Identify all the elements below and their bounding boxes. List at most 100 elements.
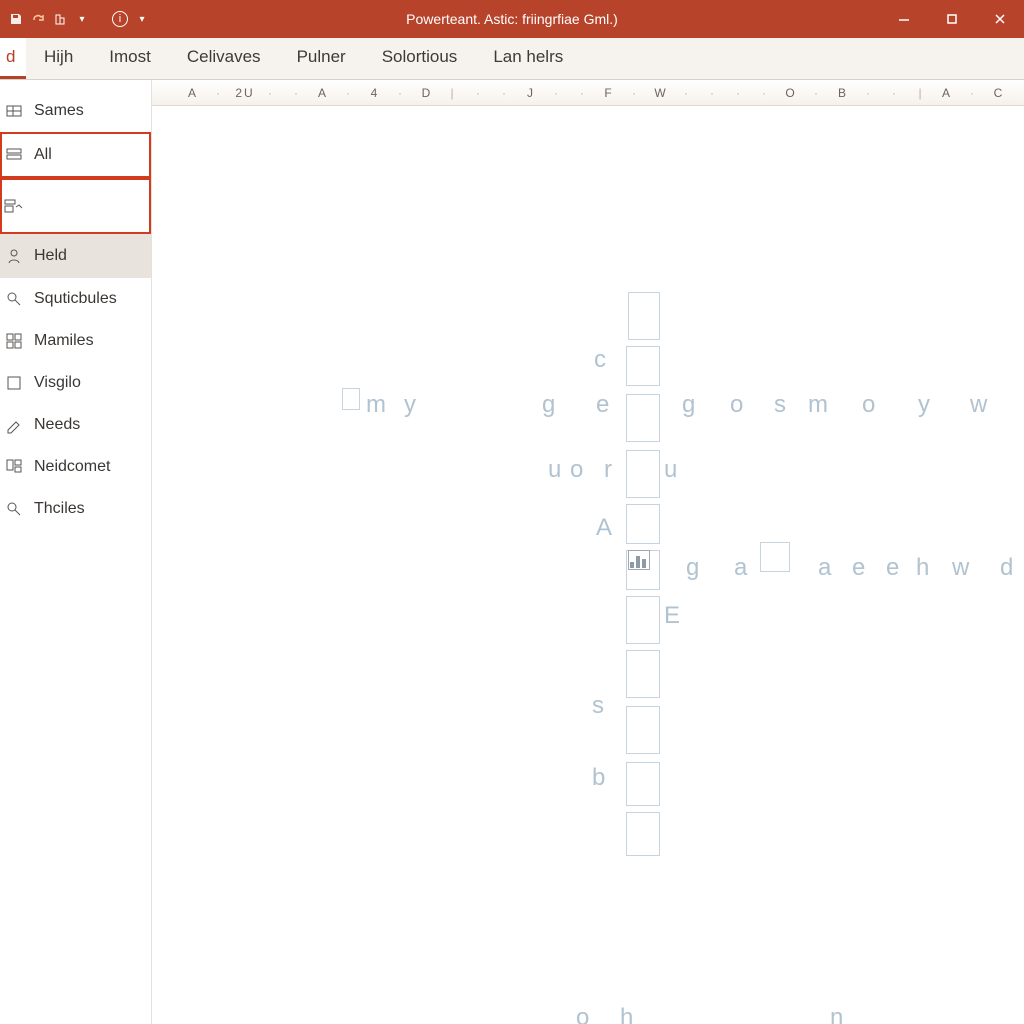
sidebar-item-mamiles[interactable]: Mamiles	[0, 320, 151, 362]
sidebar-item-squticbules[interactable]: Squticbules	[0, 278, 151, 320]
floating-letter[interactable]: y	[404, 391, 416, 419]
ruler-mark: ·	[258, 86, 284, 100]
sidebar-item-thciles[interactable]: Thciles	[0, 488, 151, 530]
sidebar-item-sames[interactable]: Sames	[0, 90, 151, 132]
ruler-mark: ·	[284, 86, 310, 100]
floating-letter[interactable]: o	[862, 391, 875, 419]
redo-icon[interactable]	[30, 11, 46, 27]
ruler-mark: ·	[700, 86, 726, 100]
floating-letter[interactable]: g	[682, 391, 695, 419]
building-icon[interactable]	[52, 11, 68, 27]
ruler-mark: ·	[544, 86, 570, 100]
sidebar-item-layout[interactable]	[0, 178, 151, 234]
floating-letter[interactable]: c	[594, 346, 606, 374]
quick-access-toolbar: i	[0, 11, 150, 27]
chevron-down-icon[interactable]	[74, 11, 90, 27]
ruler-mark: ·	[804, 86, 830, 100]
floating-letter[interactable]: m	[366, 391, 386, 419]
placeholder-box[interactable]	[626, 504, 660, 544]
floating-letter[interactable]: w	[970, 391, 987, 419]
floating-letter[interactable]: o	[730, 391, 743, 419]
placeholder-box[interactable]	[626, 812, 660, 856]
canvas[interactable]: cmygegosmoywuoruAgaaeehwdhEsbohne	[152, 106, 1024, 1024]
floating-letter[interactable]: o	[576, 1004, 589, 1024]
placeholder-box[interactable]	[626, 450, 660, 498]
floating-letter[interactable]: A	[596, 514, 612, 542]
sidebar-item-held[interactable]: Held	[0, 234, 151, 278]
floating-letter[interactable]: o	[570, 456, 583, 484]
floating-letter[interactable]: b	[592, 764, 605, 792]
floating-letter[interactable]: w	[952, 554, 969, 582]
chart-icon[interactable]	[628, 550, 650, 570]
floating-letter[interactable]: e	[596, 391, 609, 419]
dashboard-icon	[4, 457, 24, 477]
ruler-mark: D	[414, 86, 440, 100]
save-icon[interactable]	[8, 11, 24, 27]
tab-label: Solortious	[382, 47, 458, 67]
sidebar-item-neidcomet[interactable]: Neidcomet	[0, 446, 151, 488]
placeholder-box[interactable]	[626, 596, 660, 644]
placeholder-box[interactable]	[760, 542, 790, 572]
floating-letter[interactable]: h	[916, 554, 929, 582]
tab-solortious[interactable]: Solortious	[364, 38, 476, 79]
sidebar-item-all[interactable]: All	[0, 132, 151, 178]
ruler-mark: F	[596, 86, 622, 100]
tab-pulner[interactable]: Pulner	[279, 38, 364, 79]
ruler-mark: ·	[492, 86, 518, 100]
rows-icon	[4, 145, 24, 165]
sidebar-item-visgilo[interactable]: Visgilo	[0, 362, 151, 404]
tab-lanhelrs[interactable]: Lan helrs	[475, 38, 581, 79]
ruler-mark: 2U	[232, 86, 258, 100]
placeholder-box[interactable]	[626, 394, 660, 442]
floating-letter[interactable]: n	[830, 1004, 843, 1024]
floating-letter[interactable]: m	[808, 391, 828, 419]
search-icon	[4, 289, 24, 309]
document-wrap: A·2U··A·4·D|··J··F·W····O·B··|A·C cmygeg…	[152, 80, 1024, 1024]
sidebar-item-label: Squticbules	[34, 290, 117, 308]
info-circle-icon[interactable]: i	[112, 11, 128, 27]
person-icon	[4, 246, 24, 266]
tab-d[interactable]: d	[0, 38, 26, 79]
floating-letter[interactable]: g	[686, 554, 699, 582]
restore-button[interactable]	[928, 0, 976, 38]
floating-letter[interactable]: E	[664, 602, 680, 630]
floating-letter[interactable]: h	[620, 1004, 633, 1024]
placeholder-box[interactable]	[626, 762, 660, 806]
floating-letter[interactable]: y	[918, 391, 930, 419]
close-button[interactable]	[976, 0, 1024, 38]
placeholder-box[interactable]	[626, 650, 660, 698]
tab-hijh[interactable]: Hijh	[26, 38, 91, 79]
sidebar-item-needs[interactable]: Needs	[0, 404, 151, 446]
ruler: A·2U··A·4·D|··J··F·W····O·B··|A·C	[152, 80, 1024, 106]
tab-label: d	[6, 47, 15, 67]
ruler-mark: A	[310, 86, 336, 100]
ruler-mark: ·	[882, 86, 908, 100]
placeholder-box[interactable]	[628, 292, 660, 340]
floating-letter[interactable]: a	[734, 554, 747, 582]
tab-imost[interactable]: Imost	[91, 38, 169, 79]
floating-letter[interactable]: s	[774, 391, 786, 419]
floating-letter[interactable]: e	[886, 554, 899, 582]
floating-letter[interactable]: s	[592, 692, 604, 720]
grid-icon	[4, 331, 24, 351]
floating-letter[interactable]: a	[818, 554, 831, 582]
placeholder-box[interactable]	[626, 706, 660, 754]
sidebar-item-label: Needs	[34, 416, 80, 434]
placeholder-box[interactable]	[626, 346, 660, 386]
table-icon	[4, 101, 24, 121]
floating-letter[interactable]: u	[664, 456, 677, 484]
tab-celivaves[interactable]: Celivaves	[169, 38, 279, 79]
ruler-mark: O	[778, 86, 804, 100]
ruler-mark: A	[180, 86, 206, 100]
chevron-down-icon[interactable]	[134, 11, 150, 27]
ruler-mark: ·	[570, 86, 596, 100]
floating-letter[interactable]: r	[604, 456, 612, 484]
sidebar-item-label: Thciles	[34, 500, 85, 518]
minimize-button[interactable]	[880, 0, 928, 38]
floating-letter[interactable]: g	[542, 391, 555, 419]
floating-letter[interactable]: d	[1000, 554, 1013, 582]
placeholder-box[interactable]	[342, 388, 360, 410]
ruler-mark: B	[830, 86, 856, 100]
floating-letter[interactable]: u	[548, 456, 561, 484]
floating-letter[interactable]: e	[852, 554, 865, 582]
